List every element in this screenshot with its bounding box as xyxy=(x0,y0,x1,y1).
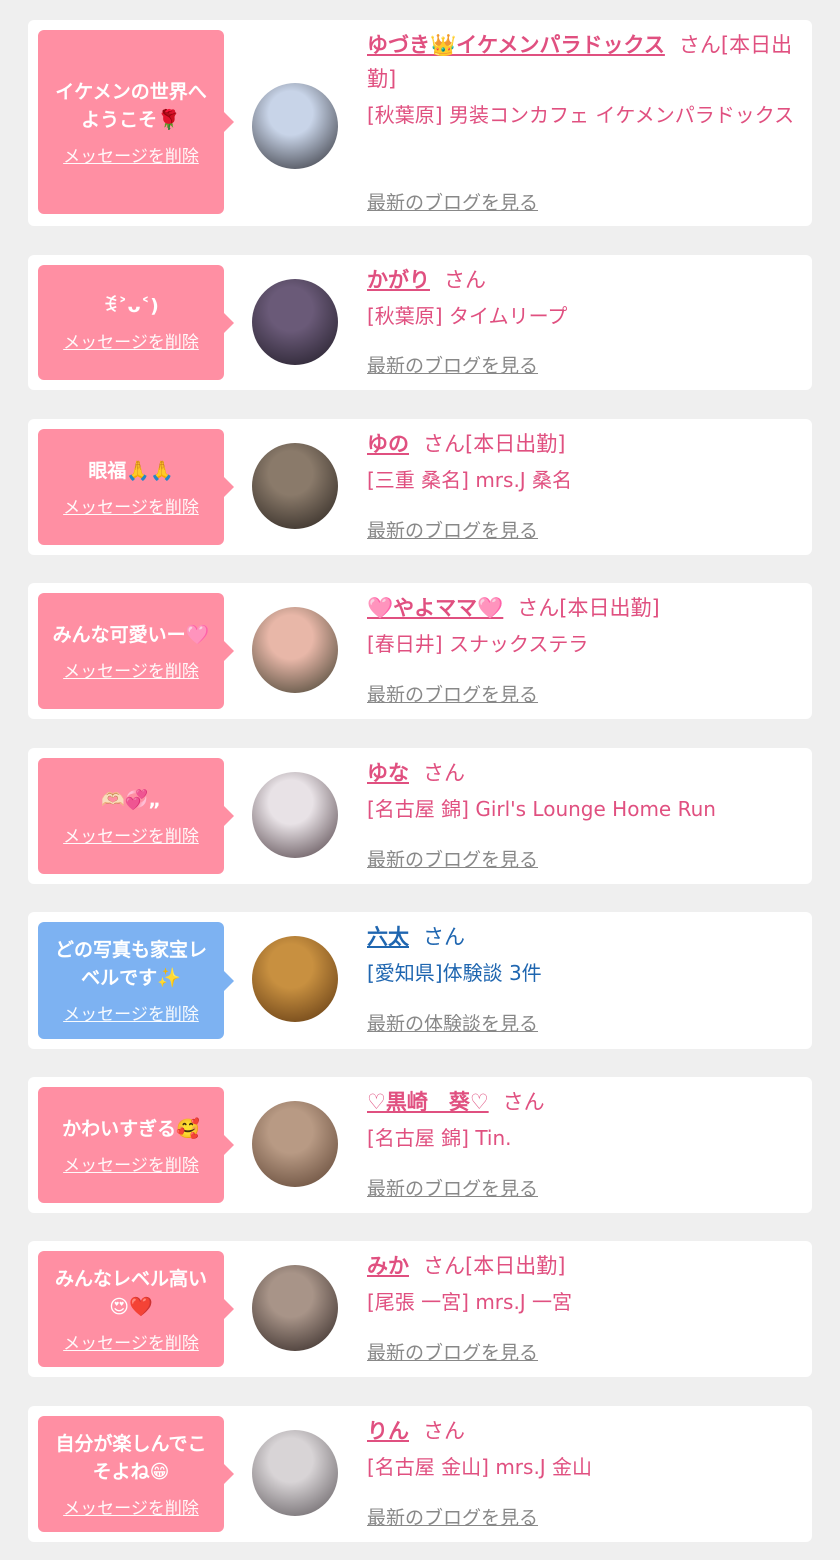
name-line: 🩷やよママ🩷 さん[本日出勤] xyxy=(367,591,803,625)
message-bubble: イケメンの世界へ ようこそ🌹 メッセージを削除 xyxy=(38,30,234,214)
delete-message-link[interactable]: メッセージを削除 xyxy=(63,1000,199,1025)
avatar[interactable] xyxy=(252,772,338,858)
cast-name-link[interactable]: 六太 xyxy=(367,925,409,949)
message-list: イケメンの世界へ ようこそ🌹 メッセージを削除 ゆづき👑イケメンパラドックス さん[本… xyxy=(0,0,840,1560)
cast-info: かがり さん [秋葉原] タイムリープ xyxy=(367,263,803,333)
message-bubble: みんな可愛いー🩷 メッセージを削除 xyxy=(38,593,234,709)
cast-info: 🩷やよママ🩷 さん[本日出勤] [春日井] スナックステラ xyxy=(367,591,803,661)
name-line: みか さん[本日出勤] xyxy=(367,1249,803,1283)
shop-label: [秋葉原] タイムリープ xyxy=(367,304,568,328)
latest-post-link[interactable]: 最新のブログを見る xyxy=(367,1503,538,1530)
message-card: かわいすぎる🥰 メッセージを削除 ♡黒崎 葵♡ さん [名古屋 錦] Tin. 最新のブロ… xyxy=(28,1077,812,1213)
delete-message-link[interactable]: メッセージを削除 xyxy=(63,1151,199,1176)
avatar[interactable] xyxy=(252,1265,338,1351)
cast-name-link[interactable]: ゆづき👑イケメンパラドックス xyxy=(367,33,665,57)
message-card: みんな可愛いー🩷 メッセージを削除 🩷やよママ🩷 さん[本日出勤] [春日井] スナック… xyxy=(28,583,812,719)
latest-post-link[interactable]: 最新のブログを見る xyxy=(367,1338,538,1365)
cast-info: ゆづき👑イケメンパラドックス さん[本日出勤] [秋葉原] 男装コンカフェ イケメン… xyxy=(367,28,803,132)
name-suffix: さん xyxy=(423,925,465,949)
name-line: ♡黒崎 葵♡ さん xyxy=(367,1085,803,1119)
name-line: かがり さん xyxy=(367,263,803,297)
cast-info: ゆの さん[本日出勤] [三重 桑名] mrs.J 桑名 xyxy=(367,427,803,497)
shop-label: [名古屋 錦] Girl's Lounge Home Run xyxy=(367,797,716,821)
message-bubble: 🫶🏻💞„ メッセージを削除 xyxy=(38,758,234,874)
delete-message-link[interactable]: メッセージを削除 xyxy=(63,822,199,847)
name-line: ゆの さん[本日出勤] xyxy=(367,427,803,461)
shop-label: [尾張 一宮] mrs.J 一宮 xyxy=(367,1290,573,1314)
message-card: みんなレベル高い 😍❤️ メッセージを削除 みか さん[本日出勤] [尾張 一宮] mr… xyxy=(28,1241,812,1377)
message-text: 眼福🙏🙏 xyxy=(88,459,174,482)
shop-label: [愛知県]体験談 3件 xyxy=(367,961,542,985)
message-text: どの写真も家宝レ ベルです✨ xyxy=(54,939,207,989)
message-bubble: 眼福🙏🙏 メッセージを削除 xyxy=(38,429,234,545)
name-suffix: さん[本日出勤] xyxy=(517,596,660,620)
name-suffix: さん xyxy=(502,1090,545,1114)
cast-name-link[interactable]: 🩷やよママ🩷 xyxy=(367,596,503,620)
name-line: りん さん xyxy=(367,1414,803,1448)
name-suffix: さん xyxy=(423,761,465,785)
latest-post-link[interactable]: 最新のブログを見る xyxy=(367,351,538,378)
shop-label: [名古屋 錦] Tin. xyxy=(367,1126,512,1150)
message-text: 🫶🏻💞„ xyxy=(101,788,161,811)
avatar[interactable] xyxy=(252,1430,338,1516)
cast-name-link[interactable]: かがり xyxy=(367,268,430,292)
name-suffix: さん[本日出勤] xyxy=(423,1254,566,1278)
latest-post-link[interactable]: 最新のブログを見る xyxy=(367,1174,538,1201)
cast-info: ゆな さん [名古屋 錦] Girl's Lounge Home Run xyxy=(367,756,803,826)
cast-name-link[interactable]: りん xyxy=(367,1419,409,1443)
delete-message-link[interactable]: メッセージを削除 xyxy=(63,142,199,167)
name-suffix: さん[本日出勤] xyxy=(423,432,566,456)
name-line: 六太 さん xyxy=(367,920,803,954)
shop-label: [名古屋 金山] mrs.J 金山 xyxy=(367,1455,593,1479)
message-bubble: 自分が楽しんでこ そよね😁 メッセージを削除 xyxy=(38,1416,234,1532)
cast-info: ♡黒崎 葵♡ さん [名古屋 錦] Tin. xyxy=(367,1085,803,1155)
message-card: ꉂ˃ᴗ˂) メッセージを削除 かがり さん [秋葉原] タイムリープ 最新のブログを見る xyxy=(28,255,812,390)
avatar[interactable] xyxy=(252,1101,338,1187)
shop-label: [三重 桑名] mrs.J 桑名 xyxy=(367,468,573,492)
name-line: ゆづき👑イケメンパラドックス さん[本日出勤] xyxy=(367,28,803,96)
latest-post-link[interactable]: 最新のブログを見る xyxy=(367,188,538,215)
message-card: 自分が楽しんでこ そよね😁 メッセージを削除 りん さん [名古屋 金山] mrs.J … xyxy=(28,1406,812,1542)
latest-post-link[interactable]: 最新のブログを見る xyxy=(367,845,538,872)
cast-info: 六太 さん [愛知県]体験談 3件 xyxy=(367,920,803,990)
name-suffix: さん xyxy=(444,268,486,292)
avatar[interactable] xyxy=(252,607,338,693)
name-line: ゆな さん xyxy=(367,756,803,790)
cast-name-link[interactable]: みか xyxy=(367,1254,409,1278)
message-card: どの写真も家宝レ ベルです✨ メッセージを削除 六太 さん [愛知県]体験談 3件 最新の… xyxy=(28,912,812,1049)
delete-message-link[interactable]: メッセージを削除 xyxy=(63,493,199,518)
cast-info: みか さん[本日出勤] [尾張 一宮] mrs.J 一宮 xyxy=(367,1249,803,1319)
shop-label: [春日井] スナックステラ xyxy=(367,632,589,656)
avatar[interactable] xyxy=(252,443,338,529)
avatar[interactable] xyxy=(252,83,338,169)
message-bubble: かわいすぎる🥰 メッセージを削除 xyxy=(38,1087,234,1203)
cast-name-link[interactable]: ♡黒崎 葵♡ xyxy=(367,1090,489,1114)
message-bubble: どの写真も家宝レ ベルです✨ メッセージを削除 xyxy=(38,922,234,1039)
latest-post-link[interactable]: 最新のブログを見る xyxy=(367,680,538,707)
cast-name-link[interactable]: ゆな xyxy=(367,761,409,785)
message-bubble: ꉂ˃ᴗ˂) メッセージを削除 xyxy=(38,265,234,380)
delete-message-link[interactable]: メッセージを削除 xyxy=(63,328,199,353)
shop-label: [秋葉原] 男装コンカフェ イケメンパラドックス xyxy=(367,103,795,127)
avatar[interactable] xyxy=(252,279,338,365)
delete-message-link[interactable]: メッセージを削除 xyxy=(63,1329,199,1354)
message-bubble: みんなレベル高い 😍❤️ メッセージを削除 xyxy=(38,1251,234,1367)
latest-post-link[interactable]: 最新のブログを見る xyxy=(367,516,538,543)
avatar[interactable] xyxy=(252,936,338,1022)
message-text: ꉂ˃ᴗ˂) xyxy=(103,295,159,317)
cast-info: りん さん [名古屋 金山] mrs.J 金山 xyxy=(367,1414,803,1484)
delete-message-link[interactable]: メッセージを削除 xyxy=(63,1494,199,1519)
message-card: 🫶🏻💞„ メッセージを削除 ゆな さん [名古屋 錦] Girl's Lounge Ho… xyxy=(28,748,812,884)
message-text: イケメンの世界へ ようこそ🌹 xyxy=(55,80,207,131)
name-suffix: さん xyxy=(423,1419,465,1443)
message-card: イケメンの世界へ ようこそ🌹 メッセージを削除 ゆづき👑イケメンパラドックス さん[本… xyxy=(28,20,812,226)
cast-name-link[interactable]: ゆの xyxy=(367,432,409,456)
latest-post-link[interactable]: 最新の体験談を見る xyxy=(367,1009,538,1036)
message-text: かわいすぎる🥰 xyxy=(62,1117,200,1140)
message-text: みんな可愛いー🩷 xyxy=(52,623,210,646)
message-text: 自分が楽しんでこ そよね😁 xyxy=(55,1432,207,1483)
message-text: みんなレベル高い 😍❤️ xyxy=(54,1267,207,1318)
message-card: 眼福🙏🙏 メッセージを削除 ゆの さん[本日出勤] [三重 桑名] mrs.J 桑名 最新… xyxy=(28,419,812,555)
delete-message-link[interactable]: メッセージを削除 xyxy=(63,657,199,682)
